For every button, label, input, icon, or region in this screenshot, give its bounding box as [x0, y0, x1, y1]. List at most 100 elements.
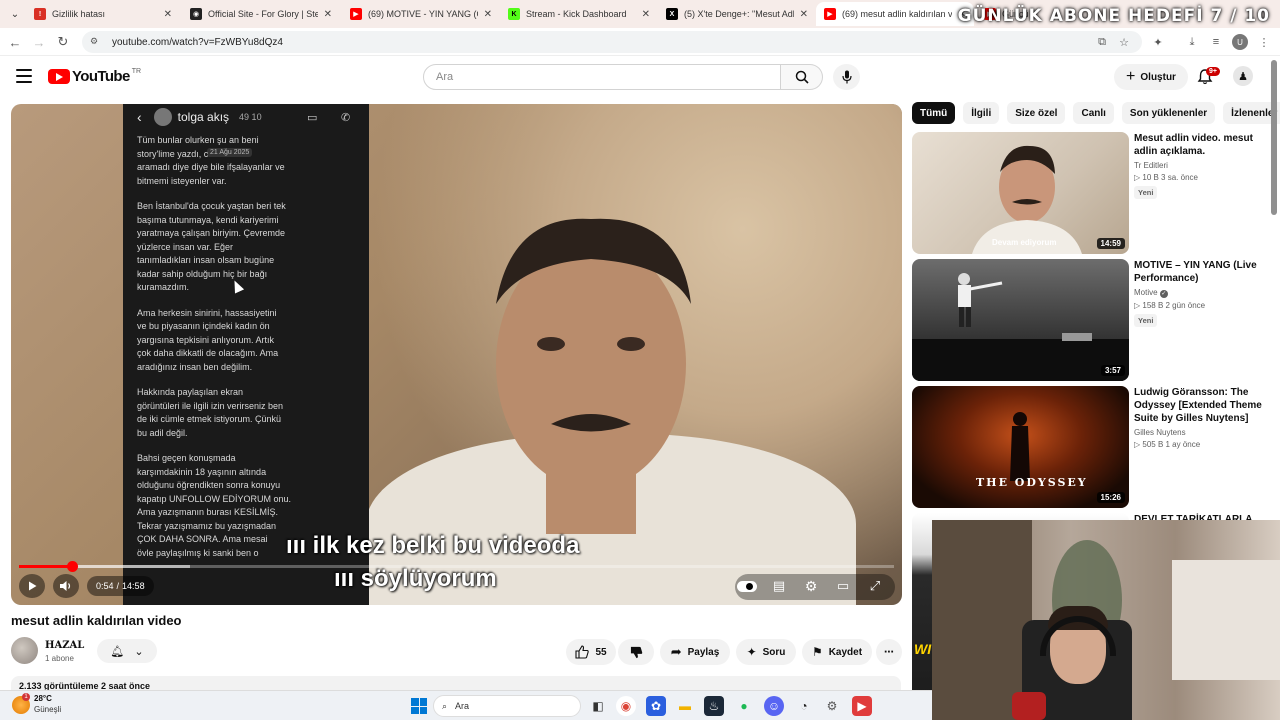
browser-tab[interactable]: X (5) X'te Denge+: "Mesut Adlin ✕	[658, 2, 816, 26]
video-title[interactable]: Ludwig Göransson: The Odyssey [Extended …	[1134, 386, 1262, 425]
profile-avatar[interactable]: U	[1232, 34, 1248, 50]
chip-all[interactable]: Tümü	[912, 102, 956, 124]
download-icon[interactable]: ⤓	[1184, 34, 1200, 50]
page-scrollbar[interactable]	[1271, 60, 1277, 215]
youtube-logo[interactable]: YouTube TR	[48, 68, 141, 85]
recommended-video[interactable]: Devam ediyorum 14:59 Mesut adlin video. …	[912, 132, 1262, 254]
recommended-video[interactable]: WI DEVLET TARİKATLARLA	[912, 513, 1262, 720]
tab-close-icon[interactable]: ✕	[324, 9, 332, 20]
recommended-video[interactable]: 3:57 MOTIVE – YIN YANG (Live Performance…	[912, 259, 1262, 381]
channel-avatar[interactable]	[11, 637, 38, 664]
tab-close-icon[interactable]: ✕	[164, 9, 172, 20]
browser-tab-active[interactable]: ▶ (69) mesut adlin kaldırılan vide ✕	[816, 2, 974, 26]
media-app-icon[interactable]: ▶	[852, 696, 872, 716]
video-title[interactable]: Mesut adlin video. mesut adlin açıklama.	[1134, 132, 1262, 158]
discord-icon[interactable]: ☺	[764, 696, 784, 716]
address-bar[interactable]: ⚙ youtube.com/watch?v=FzWBYu8dQz4	[82, 31, 1142, 53]
duration-badge: 3:57	[1100, 365, 1125, 376]
browser-tab[interactable]: ▶ (69) MOTIVE - YIN YANG (Offic ✕	[342, 2, 500, 26]
chip-live[interactable]: Canlı	[1073, 102, 1114, 124]
chip-for-you[interactable]: Size özel	[1007, 102, 1066, 124]
play-button[interactable]	[19, 574, 45, 598]
spotify-icon[interactable]: ●	[734, 696, 754, 716]
theater-mode-icon[interactable]: ▭	[833, 574, 853, 598]
bookmark-star-icon[interactable]: ☆	[1116, 34, 1132, 50]
chrome-icon[interactable]: ◉	[616, 696, 636, 716]
new-badge: Yeni	[1134, 186, 1158, 199]
fullscreen-icon[interactable]: ⤢	[865, 574, 885, 598]
autoplay-toggle[interactable]	[737, 581, 757, 592]
settings-gear-icon[interactable]: ⚙	[822, 696, 842, 716]
video-subtitles: ııı ilk kez belki bu videoda ııı söylüyo…	[286, 529, 579, 595]
settings-gear-icon[interactable]: ⚙	[801, 574, 821, 598]
recommended-video[interactable]: THE ODYSSEY 15:26 Ludwig Göransson: The …	[912, 386, 1262, 508]
windows-start-icon[interactable]	[411, 698, 427, 714]
video-thumbnail[interactable]: Devam ediyorum 14:59	[912, 132, 1129, 254]
browser-tab[interactable]: ◉ Official Site - For Glory | SteelSe ✕	[182, 2, 340, 26]
browser-menu-icon[interactable]: ⋮	[1256, 34, 1272, 50]
captions-icon[interactable]: ▤	[769, 574, 789, 598]
copilot-icon[interactable]: ✿	[646, 696, 666, 716]
channel-name[interactable]: Motive ✓	[1134, 288, 1262, 298]
voice-search-button[interactable]	[833, 64, 860, 90]
tab-favicon-icon: ▶	[350, 8, 362, 20]
share-button[interactable]: ➦ Paylaş	[660, 639, 730, 665]
country-code: TR	[131, 68, 142, 75]
save-button[interactable]: ⚑ Kaydet	[802, 639, 872, 665]
description-box[interactable]: 2.133 görüntüleme 2 saat önce	[11, 676, 901, 690]
tab-search-chevron-icon[interactable]: ⌄	[4, 3, 26, 25]
browser-tab[interactable]: ! Gizlilik hatası ✕	[26, 2, 180, 26]
chip-recent[interactable]: Son yüklenenler	[1121, 102, 1216, 124]
create-label: Oluştur	[1140, 71, 1176, 83]
dislike-button[interactable]	[618, 639, 654, 665]
video-player[interactable]: ‹ tolga akış 49 10 ▭ ✆ 21 Ağu 2025 Tüm b…	[11, 104, 902, 605]
more-actions-icon[interactable]: ⋯	[876, 639, 902, 665]
chat-signal-text: 49 10	[239, 112, 262, 122]
extensions-icon[interactable]: ✦	[1150, 34, 1166, 50]
back-icon[interactable]: ←	[6, 33, 24, 51]
tab-close-icon[interactable]: ✕	[642, 9, 650, 20]
guide-menu-icon[interactable]	[16, 69, 32, 83]
search-button[interactable]	[781, 64, 823, 90]
video-title[interactable]: MOTIVE – YIN YANG (Live Performance)	[1134, 259, 1262, 285]
search-icon: ⌕	[442, 700, 448, 711]
file-explorer-icon[interactable]: ▬	[675, 696, 695, 716]
tab-close-icon[interactable]: ✕	[800, 9, 808, 20]
reload-icon[interactable]: ↻	[54, 33, 72, 51]
thumbnail-figure	[1010, 412, 1030, 481]
share-icon: ➦	[670, 644, 682, 659]
reading-list-icon[interactable]: ≡	[1208, 34, 1224, 50]
progress-bar[interactable]	[19, 561, 894, 572]
taskbar-search[interactable]: ⌕ Ara	[433, 695, 581, 717]
account-avatar[interactable]: ♟	[1233, 66, 1253, 86]
search-input[interactable]: Ara	[423, 64, 781, 90]
install-app-icon[interactable]: ⧉	[1094, 34, 1110, 50]
channel-name[interactable]: Gilles Nuytens	[1134, 428, 1262, 437]
steam-icon[interactable]: ♨	[704, 696, 724, 716]
scrubber-handle[interactable]	[66, 561, 78, 572]
like-button[interactable]: 55	[566, 639, 616, 665]
subscription-button[interactable]: 🔔︎ ⌄	[97, 639, 157, 663]
windows-taskbar: 1 28°C Güneşli ⌕ Ara ◧ ◉ ✿ ▬ ♨ ● ☺ ◔ ⚙ ▶	[0, 690, 932, 720]
video-thumbnail[interactable]: THE ODYSSEY 15:26	[912, 386, 1129, 508]
thumbnail-person	[972, 145, 1082, 254]
ask-button[interactable]: ✦ Soru	[736, 639, 796, 665]
tab-close-icon[interactable]: ✕	[484, 9, 492, 20]
create-button[interactable]: + Oluştur	[1114, 64, 1188, 90]
site-info-icon[interactable]: ⚙	[90, 36, 102, 48]
sparkle-icon: ✦	[746, 645, 757, 659]
webcam-background	[932, 520, 1032, 720]
browser-tab[interactable]: K Stream - Kick Dashboard ✕	[500, 2, 658, 26]
chip-related[interactable]: İlgili	[963, 102, 1000, 124]
weather-temperature: 28°C	[34, 694, 52, 703]
video-thumbnail[interactable]: 3:57	[912, 259, 1129, 381]
taskbar-search-label: Ara	[455, 701, 470, 711]
duration-badge: 14:59	[1096, 238, 1125, 249]
task-view-icon[interactable]: ◧	[588, 696, 608, 716]
chat-message: Hakkında paylaşılan ekran görüntüleri il…	[137, 387, 284, 438]
obs-icon[interactable]: ◔	[794, 696, 814, 716]
forward-icon[interactable]: →	[30, 33, 48, 51]
channel-name[interactable]: Tr Editleri	[1134, 161, 1262, 170]
volume-button[interactable]	[53, 574, 79, 598]
channel-name[interactable]: HAZAL	[45, 640, 84, 651]
